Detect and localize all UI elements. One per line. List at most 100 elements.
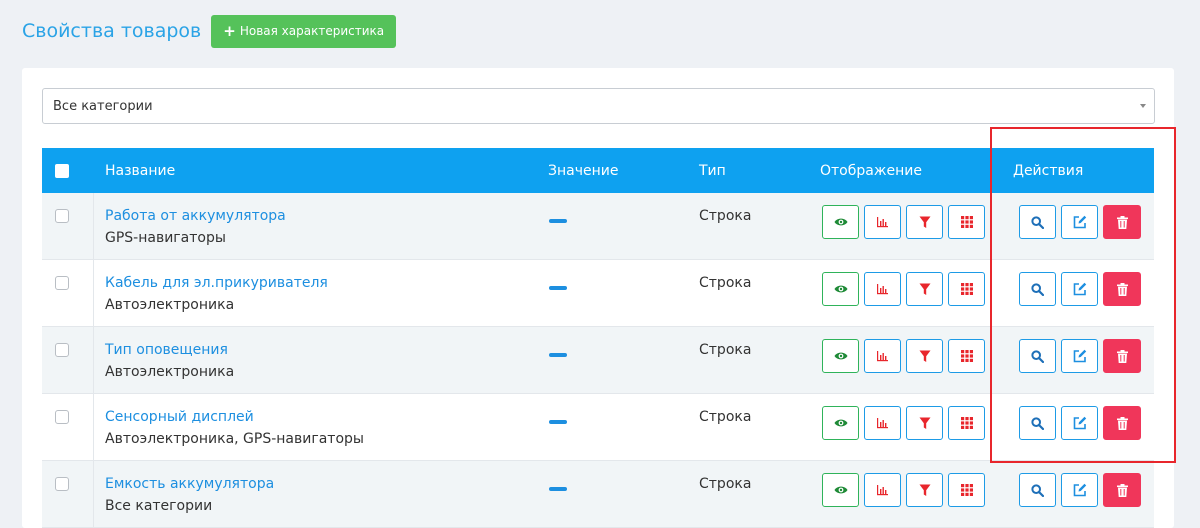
filter-toggle-button[interactable] <box>906 205 943 239</box>
name-cell: Кабель для эл.прикуривателя Автоэлектрон… <box>105 274 328 314</box>
filter-icon <box>919 216 930 228</box>
chart-toggle-button[interactable] <box>864 406 901 440</box>
view-button[interactable] <box>1019 272 1056 306</box>
category-select-value: Все категории <box>53 98 153 114</box>
delete-button[interactable] <box>1103 205 1141 239</box>
edit-icon <box>1073 483 1086 497</box>
filter-toggle-button[interactable] <box>906 406 943 440</box>
trash-icon <box>1116 349 1128 363</box>
delete-button[interactable] <box>1103 272 1141 306</box>
value-empty-dash <box>549 487 567 491</box>
property-type: Строка <box>699 208 752 224</box>
edit-button[interactable] <box>1061 473 1098 507</box>
col-name[interactable]: Название <box>105 148 175 193</box>
trash-icon <box>1116 483 1128 497</box>
visibility-toggle-button[interactable] <box>822 473 859 507</box>
display-toggles <box>822 473 985 507</box>
grid-icon <box>960 417 973 429</box>
row-actions <box>1019 205 1141 239</box>
row-checkbox[interactable] <box>55 276 69 290</box>
chart-toggle-button[interactable] <box>864 339 901 373</box>
filter-toggle-button[interactable] <box>906 473 943 507</box>
page-title: Свойства товаров <box>22 20 202 42</box>
search-icon <box>1031 215 1044 229</box>
property-categories: Автоэлектроника <box>105 364 235 380</box>
row-checkbox[interactable] <box>55 477 69 491</box>
plus-icon: + <box>223 21 236 40</box>
new-property-button[interactable]: + Новая характеристика <box>211 14 397 48</box>
row-checkbox-cell <box>42 260 94 326</box>
col-type: Тип <box>699 162 726 179</box>
property-type: Строка <box>699 275 752 291</box>
grid-toggle-button[interactable] <box>948 272 985 306</box>
filter-icon <box>919 417 930 429</box>
display-toggles <box>822 205 985 239</box>
property-type: Строка <box>699 476 752 492</box>
search-icon <box>1031 349 1044 363</box>
edit-button[interactable] <box>1061 406 1098 440</box>
edit-button[interactable] <box>1061 339 1098 373</box>
row-actions <box>1019 272 1141 306</box>
property-categories: Автоэлектроника <box>105 297 235 313</box>
property-categories: Автоэлектроника, GPS-навигаторы <box>105 431 364 447</box>
chart-icon <box>877 284 888 295</box>
display-toggles <box>822 272 985 306</box>
filter-icon <box>919 283 930 295</box>
row-checkbox[interactable] <box>55 343 69 357</box>
chart-toggle-button[interactable] <box>864 272 901 306</box>
select-all-checkbox-cell <box>55 148 69 193</box>
visibility-toggle-button[interactable] <box>822 406 859 440</box>
grid-toggle-button[interactable] <box>948 406 985 440</box>
eye-icon <box>834 486 847 494</box>
chart-toggle-button[interactable] <box>864 473 901 507</box>
table-body: Работа от аккумулятора GPS-навигаторы Ст… <box>42 193 1154 528</box>
delete-button[interactable] <box>1103 473 1141 507</box>
property-name-link[interactable]: Емкость аккумулятора <box>105 475 274 493</box>
value-empty-dash <box>549 286 567 290</box>
view-button[interactable] <box>1019 205 1056 239</box>
delete-button[interactable] <box>1103 406 1141 440</box>
row-actions <box>1019 406 1141 440</box>
col-display: Отображение <box>820 162 922 179</box>
property-name-link[interactable]: Сенсорный дисплей <box>105 408 364 426</box>
chart-toggle-button[interactable] <box>864 205 901 239</box>
select-all-checkbox[interactable] <box>55 163 69 178</box>
value-empty-dash <box>549 353 567 357</box>
grid-toggle-button[interactable] <box>948 473 985 507</box>
view-button[interactable] <box>1019 339 1056 373</box>
edit-button[interactable] <box>1061 205 1098 239</box>
row-checkbox[interactable] <box>55 410 69 424</box>
row-checkbox-cell <box>42 193 94 259</box>
visibility-toggle-button[interactable] <box>822 272 859 306</box>
view-button[interactable] <box>1019 406 1056 440</box>
visibility-toggle-button[interactable] <box>822 339 859 373</box>
edit-button[interactable] <box>1061 272 1098 306</box>
eye-icon <box>834 419 847 427</box>
edit-icon <box>1073 416 1086 430</box>
grid-icon <box>960 350 973 362</box>
category-select[interactable]: Все категории <box>42 88 1155 124</box>
search-icon <box>1031 483 1044 497</box>
row-checkbox-cell <box>42 394 94 460</box>
property-categories: Все категории <box>105 498 213 514</box>
page-header: Свойства товаров + Новая характеристика <box>22 14 397 48</box>
filter-toggle-button[interactable] <box>906 272 943 306</box>
edit-icon <box>1073 215 1086 229</box>
property-name-link[interactable]: Работа от аккумулятора <box>105 207 286 225</box>
table-row: Сенсорный дисплей Автоэлектроника, GPS-н… <box>42 394 1154 461</box>
table-row: Кабель для эл.прикуривателя Автоэлектрон… <box>42 260 1154 327</box>
delete-button[interactable] <box>1103 339 1141 373</box>
property-type: Строка <box>699 409 752 425</box>
view-button[interactable] <box>1019 473 1056 507</box>
property-name-link[interactable]: Тип оповещения <box>105 341 234 359</box>
filter-toggle-button[interactable] <box>906 339 943 373</box>
grid-toggle-button[interactable] <box>948 205 985 239</box>
property-name-link[interactable]: Кабель для эл.прикуривателя <box>105 274 328 292</box>
trash-icon <box>1116 215 1128 229</box>
grid-toggle-button[interactable] <box>948 339 985 373</box>
search-icon <box>1031 416 1044 430</box>
row-checkbox[interactable] <box>55 209 69 223</box>
visibility-toggle-button[interactable] <box>822 205 859 239</box>
property-type: Строка <box>699 342 752 358</box>
name-cell: Сенсорный дисплей Автоэлектроника, GPS-н… <box>105 408 364 448</box>
